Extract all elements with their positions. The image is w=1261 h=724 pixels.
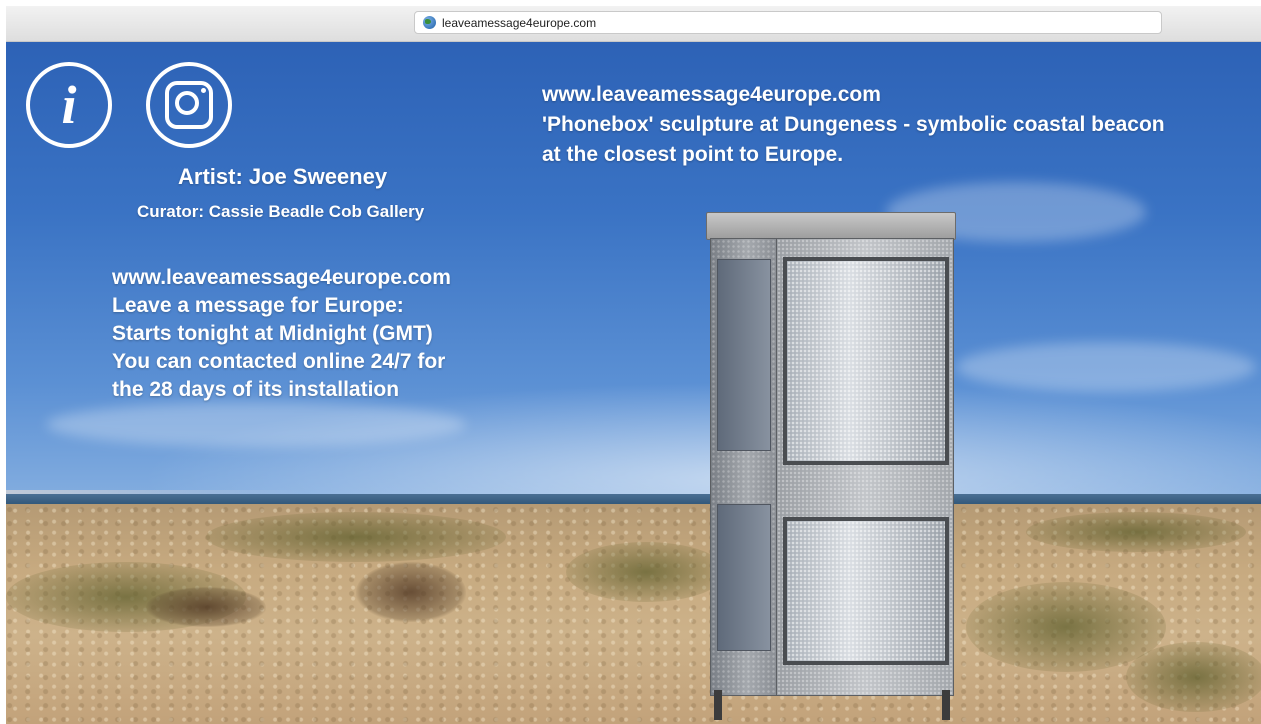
- info-line: the 28 days of its installation: [112, 378, 400, 401]
- browser-toolbar: leaveamessage4europe.com: [6, 6, 1261, 42]
- instagram-lens: [175, 91, 199, 115]
- phonebox-leg: [942, 690, 950, 720]
- globe-icon: [423, 16, 436, 29]
- instagram-icon[interactable]: [146, 62, 232, 148]
- instagram-dot: [201, 88, 206, 93]
- phonebox-leg: [714, 690, 722, 720]
- scrub: [1026, 512, 1246, 552]
- artist-credit: Artist: Joe Sweeney: [178, 164, 388, 189]
- cloud: [46, 402, 466, 447]
- phonebox-side-panel: [717, 259, 771, 451]
- phonebox-front: [776, 238, 954, 696]
- instagram-frame: [165, 81, 213, 129]
- caption-url[interactable]: www.leaveamessage4europe.com: [542, 80, 1165, 110]
- scrub: [566, 542, 726, 602]
- info-line-url[interactable]: www.leaveamessage4europe.com: [112, 264, 451, 292]
- info-line: Leave a message for Europe:: [112, 294, 404, 317]
- bush: [356, 562, 466, 622]
- phonebox-glass-lower: [783, 517, 949, 665]
- phonebox-side-panel: [717, 504, 771, 651]
- info-line: You can contacted online 24/7 for: [112, 350, 446, 373]
- info-icon[interactable]: i: [26, 62, 112, 148]
- phonebox-roof: [706, 212, 956, 240]
- bush: [146, 587, 266, 627]
- phonebox-sculpture: [706, 212, 956, 724]
- scrub: [1126, 642, 1261, 712]
- info-block: www.leaveamessage4europe.com Leave a mes…: [112, 264, 451, 404]
- info-glyph: i: [61, 75, 77, 135]
- caption-line: 'Phonebox' sculpture at Dungeness - symb…: [542, 113, 1165, 136]
- phonebox-glass-upper: [783, 257, 949, 465]
- sculpture-caption: www.leaveamessage4europe.com 'Phonebox' …: [542, 80, 1165, 170]
- url-text: leaveamessage4europe.com: [442, 15, 597, 30]
- scrub: [206, 512, 506, 562]
- address-bar[interactable]: leaveamessage4europe.com: [414, 11, 1162, 34]
- curator-credit: Curator: Cassie Beadle Cob Gallery: [137, 202, 425, 221]
- hero-photo: i Artist: Joe Sweeney Curator: Cassie Be…: [6, 42, 1261, 724]
- info-line: Starts tonight at Midnight (GMT): [112, 322, 433, 345]
- phonebox-side: [710, 238, 778, 696]
- cloud: [956, 342, 1256, 392]
- caption-line: at the closest point to Europe.: [542, 143, 844, 166]
